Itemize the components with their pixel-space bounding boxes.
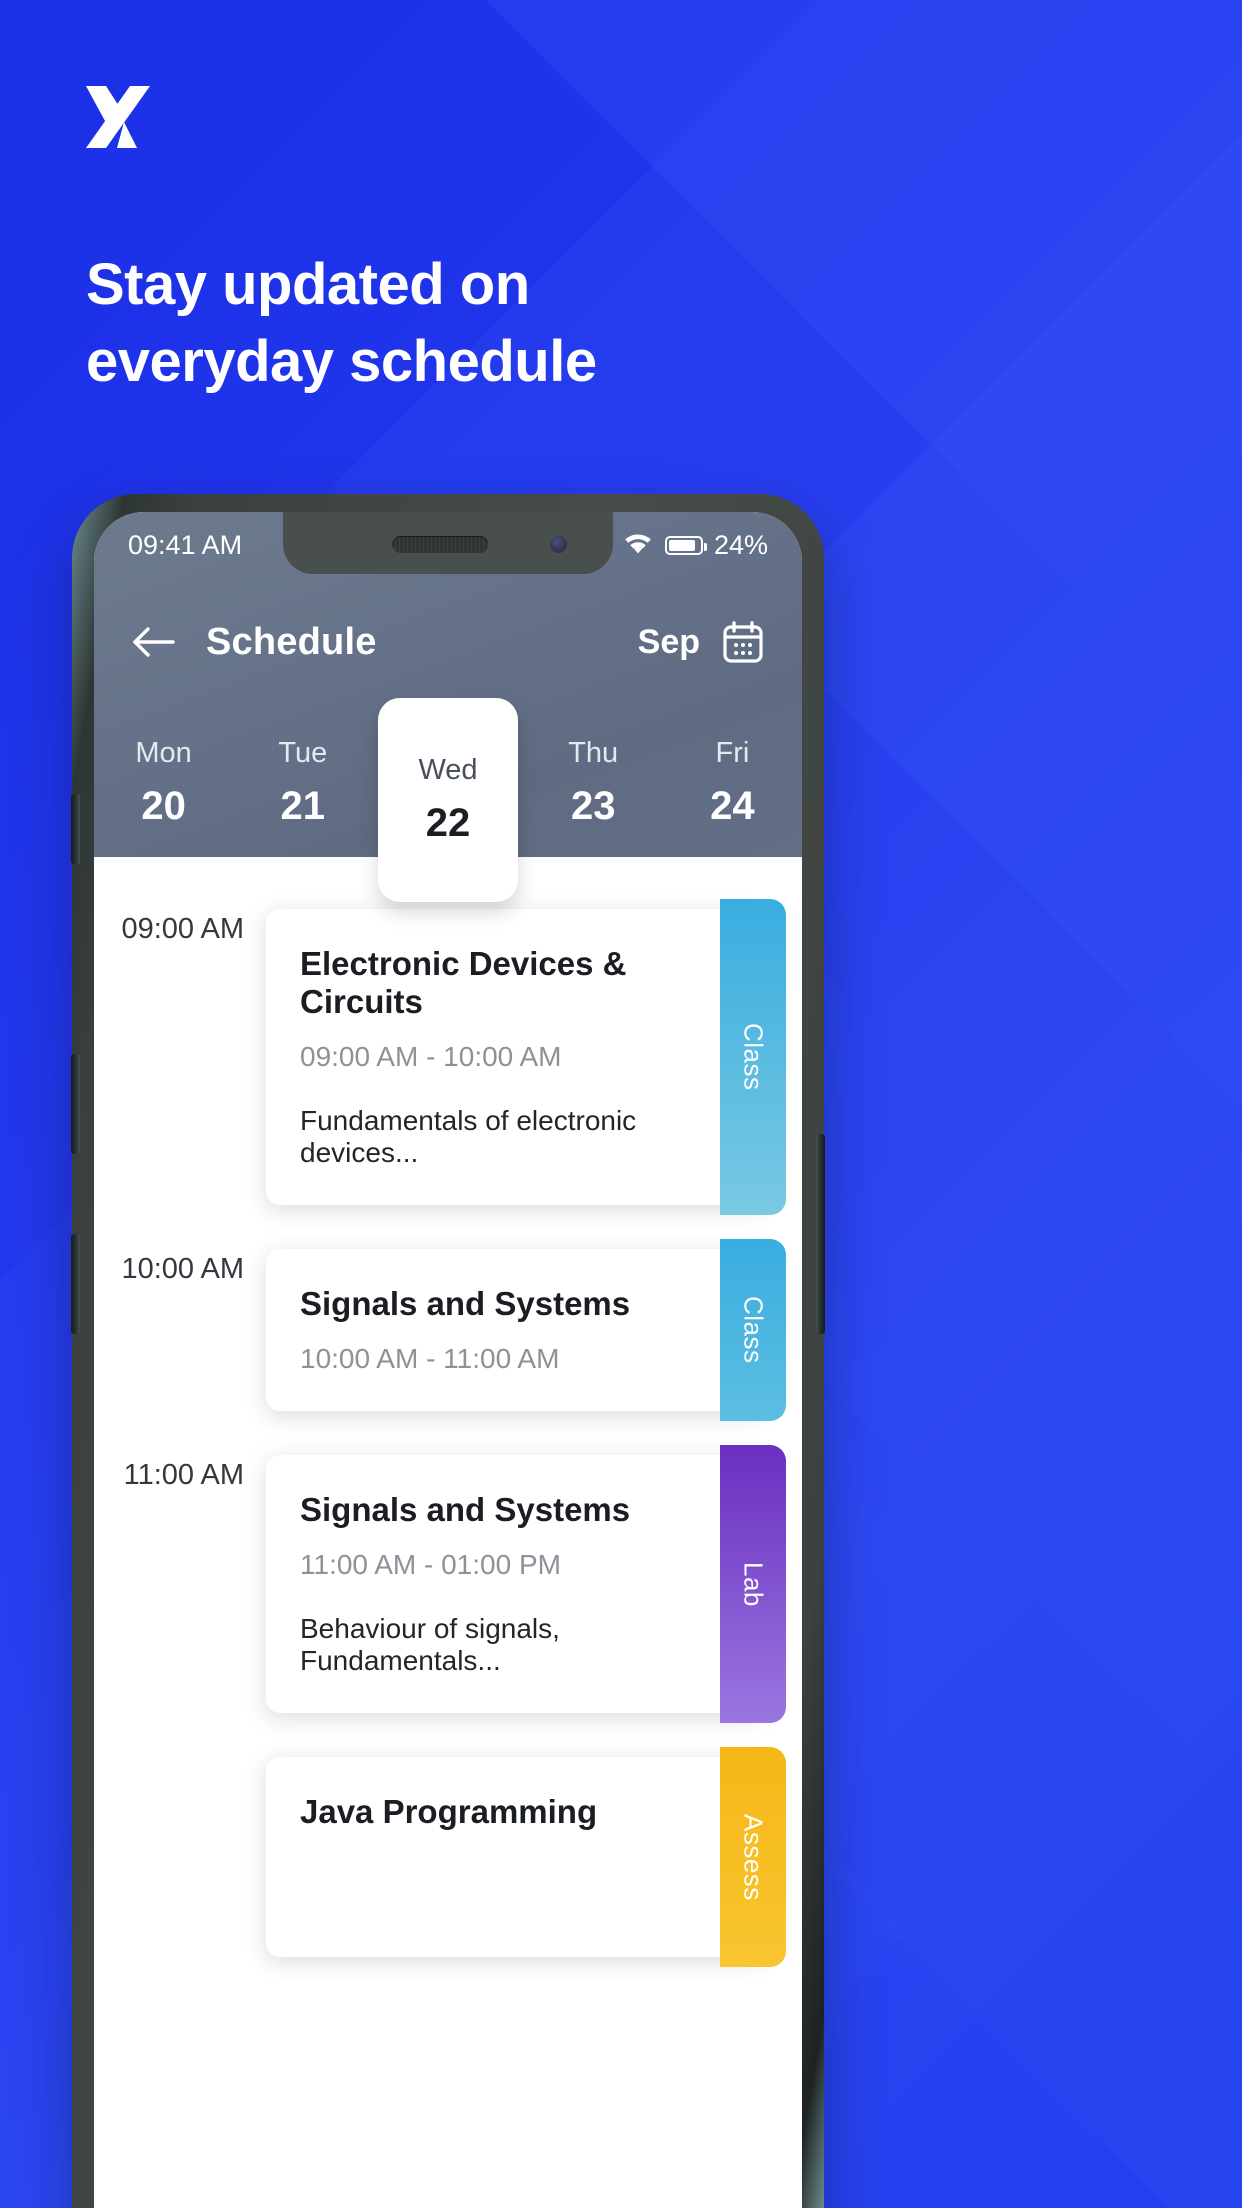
schedule-list[interactable]: 09:00 AM Electronic Devices & Circuits 0… bbox=[94, 857, 802, 2208]
schedule-card[interactable]: Signals and Systems 10:00 AM - 11:00 AM … bbox=[266, 1239, 786, 1421]
page-title: Stay updated on everyday schedule bbox=[86, 246, 786, 400]
slot-time bbox=[94, 1757, 266, 1957]
card-time: 11:00 AM - 01:00 PM bbox=[300, 1549, 561, 1580]
phone-notch bbox=[283, 512, 613, 574]
card-description: Fundamentals of electronic devices... bbox=[300, 1105, 637, 1168]
headline-line-2: everyday schedule bbox=[86, 329, 597, 395]
card-title: Signals and Systems bbox=[300, 1491, 631, 1528]
front-camera bbox=[550, 536, 567, 553]
day-item-fri[interactable]: Fri 24 bbox=[663, 708, 802, 858]
card-type-badge: Lab bbox=[720, 1445, 786, 1723]
app-header: Schedule Sep bbox=[94, 590, 802, 694]
card-type-label: Class bbox=[738, 1296, 769, 1364]
header-actions: Sep bbox=[638, 620, 764, 664]
day-name: Wed bbox=[418, 754, 478, 786]
day-number: 22 bbox=[425, 801, 471, 845]
card-type-badge: Class bbox=[720, 899, 786, 1215]
card-type-badge: Assess bbox=[720, 1747, 786, 1967]
day-item-wed-selected[interactable]: Wed 22 bbox=[378, 698, 518, 902]
card-title: Signals and Systems bbox=[300, 1285, 631, 1322]
day-selector: Mon 20 Tue 21 Wed 22 Thu 23 Fri 24 bbox=[94, 698, 802, 902]
day-name: Tue bbox=[278, 737, 328, 769]
app-title: Schedule bbox=[206, 620, 377, 663]
day-item-thu[interactable]: Thu 23 bbox=[524, 708, 663, 858]
day-number: 23 bbox=[570, 784, 616, 828]
schedule-row: 09:00 AM Electronic Devices & Circuits 0… bbox=[94, 899, 802, 1215]
card-title: Electronic Devices & Circuits bbox=[300, 945, 627, 1020]
status-indicators: 24% bbox=[588, 529, 768, 561]
app-screen: 09:41 AM 24% Schedule Sep Mon 20 Tue 21 … bbox=[94, 512, 802, 2208]
status-time: 09:41 AM bbox=[128, 529, 243, 560]
schedule-row: Java Programming Assess bbox=[94, 1747, 802, 1967]
day-item-mon[interactable]: Mon 20 bbox=[94, 708, 233, 858]
day-name: Thu bbox=[568, 737, 619, 769]
day-name: Fri bbox=[715, 737, 750, 769]
schedule-row: 10:00 AM Signals and Systems 10:00 AM - … bbox=[94, 1239, 802, 1421]
card-type-badge: Class bbox=[720, 1239, 786, 1421]
phone-volume-up-button[interactable] bbox=[71, 794, 80, 864]
card-type-label: Class bbox=[738, 1023, 769, 1091]
schedule-row: 11:00 AM Signals and Systems 11:00 AM - … bbox=[94, 1445, 802, 1723]
day-number: 24 bbox=[710, 784, 755, 828]
card-description: Behaviour of signals, Fundamentals... bbox=[300, 1613, 560, 1676]
wifi-icon bbox=[625, 534, 651, 554]
card-title: Java Programming bbox=[300, 1793, 598, 1830]
phone-power-button[interactable] bbox=[816, 1134, 825, 1334]
card-type-label: Assess bbox=[738, 1813, 769, 1901]
phone-volume-down-button[interactable] bbox=[71, 1054, 80, 1154]
day-number: 20 bbox=[141, 784, 186, 828]
month-label[interactable]: Sep bbox=[638, 623, 700, 662]
back-arrow-icon[interactable] bbox=[132, 622, 176, 662]
battery-icon bbox=[664, 535, 707, 555]
phone-mockup: 09:41 AM 24% Schedule Sep Mon 20 Tue 21 … bbox=[71, 494, 825, 2208]
schedule-card[interactable]: Electronic Devices & Circuits 09:00 AM -… bbox=[266, 899, 786, 1215]
phone-frame: 09:41 AM 24% Schedule Sep Mon 20 Tue 21 … bbox=[71, 494, 825, 2208]
slot-time: 11:00 AM bbox=[123, 1459, 244, 1491]
headline-line-1: Stay updated on bbox=[86, 252, 530, 317]
card-time: 09:00 AM - 10:00 AM bbox=[300, 1041, 562, 1072]
card-time: 10:00 AM - 11:00 AM bbox=[300, 1343, 560, 1374]
earpiece-speaker bbox=[392, 536, 489, 553]
slot-time: 09:00 AM bbox=[121, 913, 244, 945]
card-type-label: Lab bbox=[738, 1561, 769, 1607]
battery-percent: 24% bbox=[713, 529, 768, 560]
schedule-card[interactable]: Java Programming Assess bbox=[266, 1747, 786, 1967]
day-number: 21 bbox=[280, 784, 326, 828]
slot-time: 10:00 AM bbox=[121, 1253, 244, 1285]
day-item-tue[interactable]: Tue 21 bbox=[233, 708, 372, 858]
x-logo bbox=[84, 84, 152, 150]
phone-mute-button[interactable] bbox=[71, 1234, 80, 1334]
phone-screen-container: 09:41 AM 24% Schedule Sep Mon 20 Tue 21 … bbox=[94, 512, 802, 2208]
day-name: Mon bbox=[135, 737, 192, 769]
schedule-card[interactable]: Signals and Systems 11:00 AM - 01:00 PM … bbox=[266, 1445, 786, 1723]
calendar-icon[interactable] bbox=[722, 620, 764, 664]
